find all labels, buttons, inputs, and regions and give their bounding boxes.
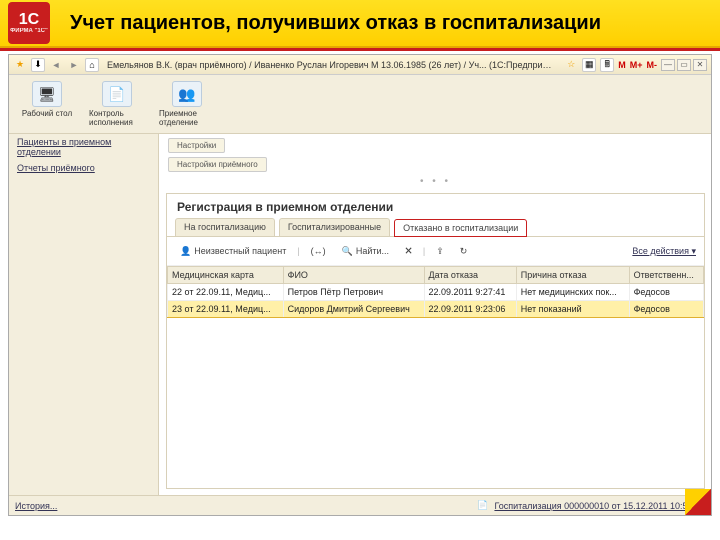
back-icon[interactable]: ◄	[49, 58, 63, 72]
corner-flag	[685, 489, 711, 515]
clear-filter-button[interactable]: 🗙	[400, 241, 417, 261]
document-icon: 📄	[102, 81, 132, 107]
sidebar-link-reports[interactable]: Отчеты приёмного	[9, 160, 158, 176]
tab-hospitalized[interactable]: Госпитализированные	[279, 218, 390, 236]
all-actions-link[interactable]: Все действия ▾	[632, 246, 696, 257]
maximize-button[interactable]: ▭	[677, 59, 691, 71]
page-title: Учет пациентов, получивших отказ в госпи…	[70, 12, 601, 35]
swap-icon[interactable]: (↔)	[306, 244, 331, 258]
m-plus2-icon[interactable]: M+	[630, 60, 643, 70]
divider-dots: • • •	[160, 176, 711, 187]
grid-icon[interactable]: ▦	[582, 58, 596, 72]
sidebar: Пациенты в приемном отделении Отчеты при…	[9, 134, 159, 495]
unknown-patient-button[interactable]: 👤 Неизвестный пациент	[175, 244, 291, 259]
settings-admission-button[interactable]: Настройки приёмного	[168, 157, 267, 172]
ribbon-admission[interactable]: 👥 Приемное отделение	[159, 81, 215, 127]
col-resp[interactable]: Ответственн...	[629, 267, 703, 284]
calc-icon[interactable]: 🖩	[600, 58, 614, 72]
forward-icon[interactable]: ►	[67, 58, 81, 72]
home-icon[interactable]: ⌂	[85, 58, 99, 72]
col-card[interactable]: Медицинская карта	[168, 267, 284, 284]
history-link[interactable]: История...	[15, 501, 57, 511]
status-doc-link[interactable]: Госпитализация 000000010 от 15.12.2011 1…	[494, 501, 705, 511]
sidebar-link-patients[interactable]: Пациенты в приемном отделении	[9, 134, 158, 160]
people-icon: 👥	[172, 81, 202, 107]
panel-title: Регистрация в приемном отделении	[167, 194, 704, 218]
tabs: На госпитализацию Госпитализированные От…	[167, 218, 704, 237]
table-row[interactable]: 23 от 22.09.11, Медиц... Сидоров Дмитрий…	[168, 301, 704, 318]
minimize-button[interactable]: —	[661, 59, 675, 71]
window-title: Емельянов В.К. (врач приёмного) / Иванен…	[103, 60, 560, 70]
logo-1c: 1C ФИРМА "1С"	[8, 2, 50, 44]
export-button[interactable]: ⇪	[431, 244, 449, 259]
ribbon-desktop[interactable]: 🖥 Рабочий стол	[19, 81, 75, 127]
desktop-icon: 🖥	[32, 81, 62, 107]
save-icon[interactable]: ⬇	[31, 58, 45, 72]
ribbon-control[interactable]: 📄 Контроль исполнения	[89, 81, 145, 127]
main-area: Настройки Настройки приёмного • • • Реги…	[159, 134, 711, 495]
m-minus-icon[interactable]: M-	[647, 60, 658, 70]
search-icon: 🔍	[342, 246, 353, 257]
settings-button[interactable]: Настройки	[168, 138, 225, 153]
table-row[interactable]: 22 от 22.09.11, Медиц... Петров Пётр Пет…	[168, 284, 704, 301]
person-icon: 👤	[180, 246, 191, 257]
ribbon: 🖥 Рабочий стол 📄 Контроль исполнения 👥 П…	[9, 75, 711, 134]
refresh-button[interactable]: ↻	[455, 244, 473, 259]
fav-icon[interactable]: ☆	[564, 58, 578, 72]
data-grid[interactable]: Медицинская карта ФИО Дата отказа Причин…	[167, 266, 704, 488]
status-bar: История... 📄 Госпитализация 000000010 от…	[9, 495, 711, 515]
col-fio[interactable]: ФИО	[283, 267, 424, 284]
close-button[interactable]: ✕	[693, 59, 707, 71]
find-button[interactable]: 🔍 Найти...	[337, 244, 394, 259]
window-titlebar: ★ ⬇ ◄ ► ⌂ Емельянов В.К. (врач приёмного…	[9, 55, 711, 75]
m-plus-icon[interactable]: M	[618, 60, 626, 70]
col-reason[interactable]: Причина отказа	[516, 267, 629, 284]
tab-refused[interactable]: Отказано в госпитализации	[394, 219, 527, 237]
divider	[0, 48, 720, 51]
doc-icon: 📄	[477, 500, 488, 511]
star-icon[interactable]: ★	[13, 58, 27, 72]
col-date[interactable]: Дата отказа	[424, 267, 516, 284]
panel-toolbar: 👤 Неизвестный пациент | (↔) 🔍 Найти... 🗙…	[167, 237, 704, 266]
app-window: ★ ⬇ ◄ ► ⌂ Емельянов В.К. (врач приёмного…	[8, 54, 712, 516]
tab-to-hospitalize[interactable]: На госпитализацию	[175, 218, 275, 236]
